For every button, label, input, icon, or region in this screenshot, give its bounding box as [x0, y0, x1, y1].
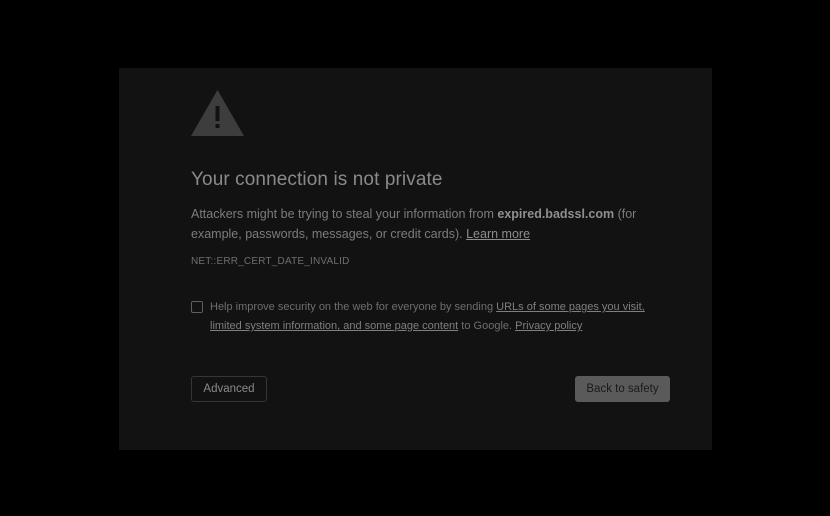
back-to-safety-button[interactable]: Back to safety	[575, 376, 670, 402]
page-title: Your connection is not private	[191, 169, 443, 190]
reporting-label: Help improve security on the web for eve…	[210, 298, 660, 336]
privacy-policy-link[interactable]: Privacy policy	[515, 320, 582, 332]
warning-triangle-icon	[191, 90, 244, 136]
reporting-checkbox[interactable]	[191, 301, 203, 313]
error-description: Attackers might be trying to steal your …	[191, 205, 661, 244]
description-text: Attackers might be trying to steal your …	[191, 207, 498, 221]
interstitial-panel: Your connection is not private Attackers…	[119, 68, 712, 450]
learn-more-link[interactable]: Learn more	[466, 227, 530, 241]
reporting-text-continued: to Google.	[458, 320, 516, 332]
error-code: NET::ERR_CERT_DATE_INVALID	[191, 256, 350, 267]
advanced-button[interactable]: Advanced	[191, 376, 267, 402]
reporting-text: Help improve security on the web for eve…	[210, 301, 497, 313]
hostname: expired.badssl.com	[497, 207, 615, 221]
